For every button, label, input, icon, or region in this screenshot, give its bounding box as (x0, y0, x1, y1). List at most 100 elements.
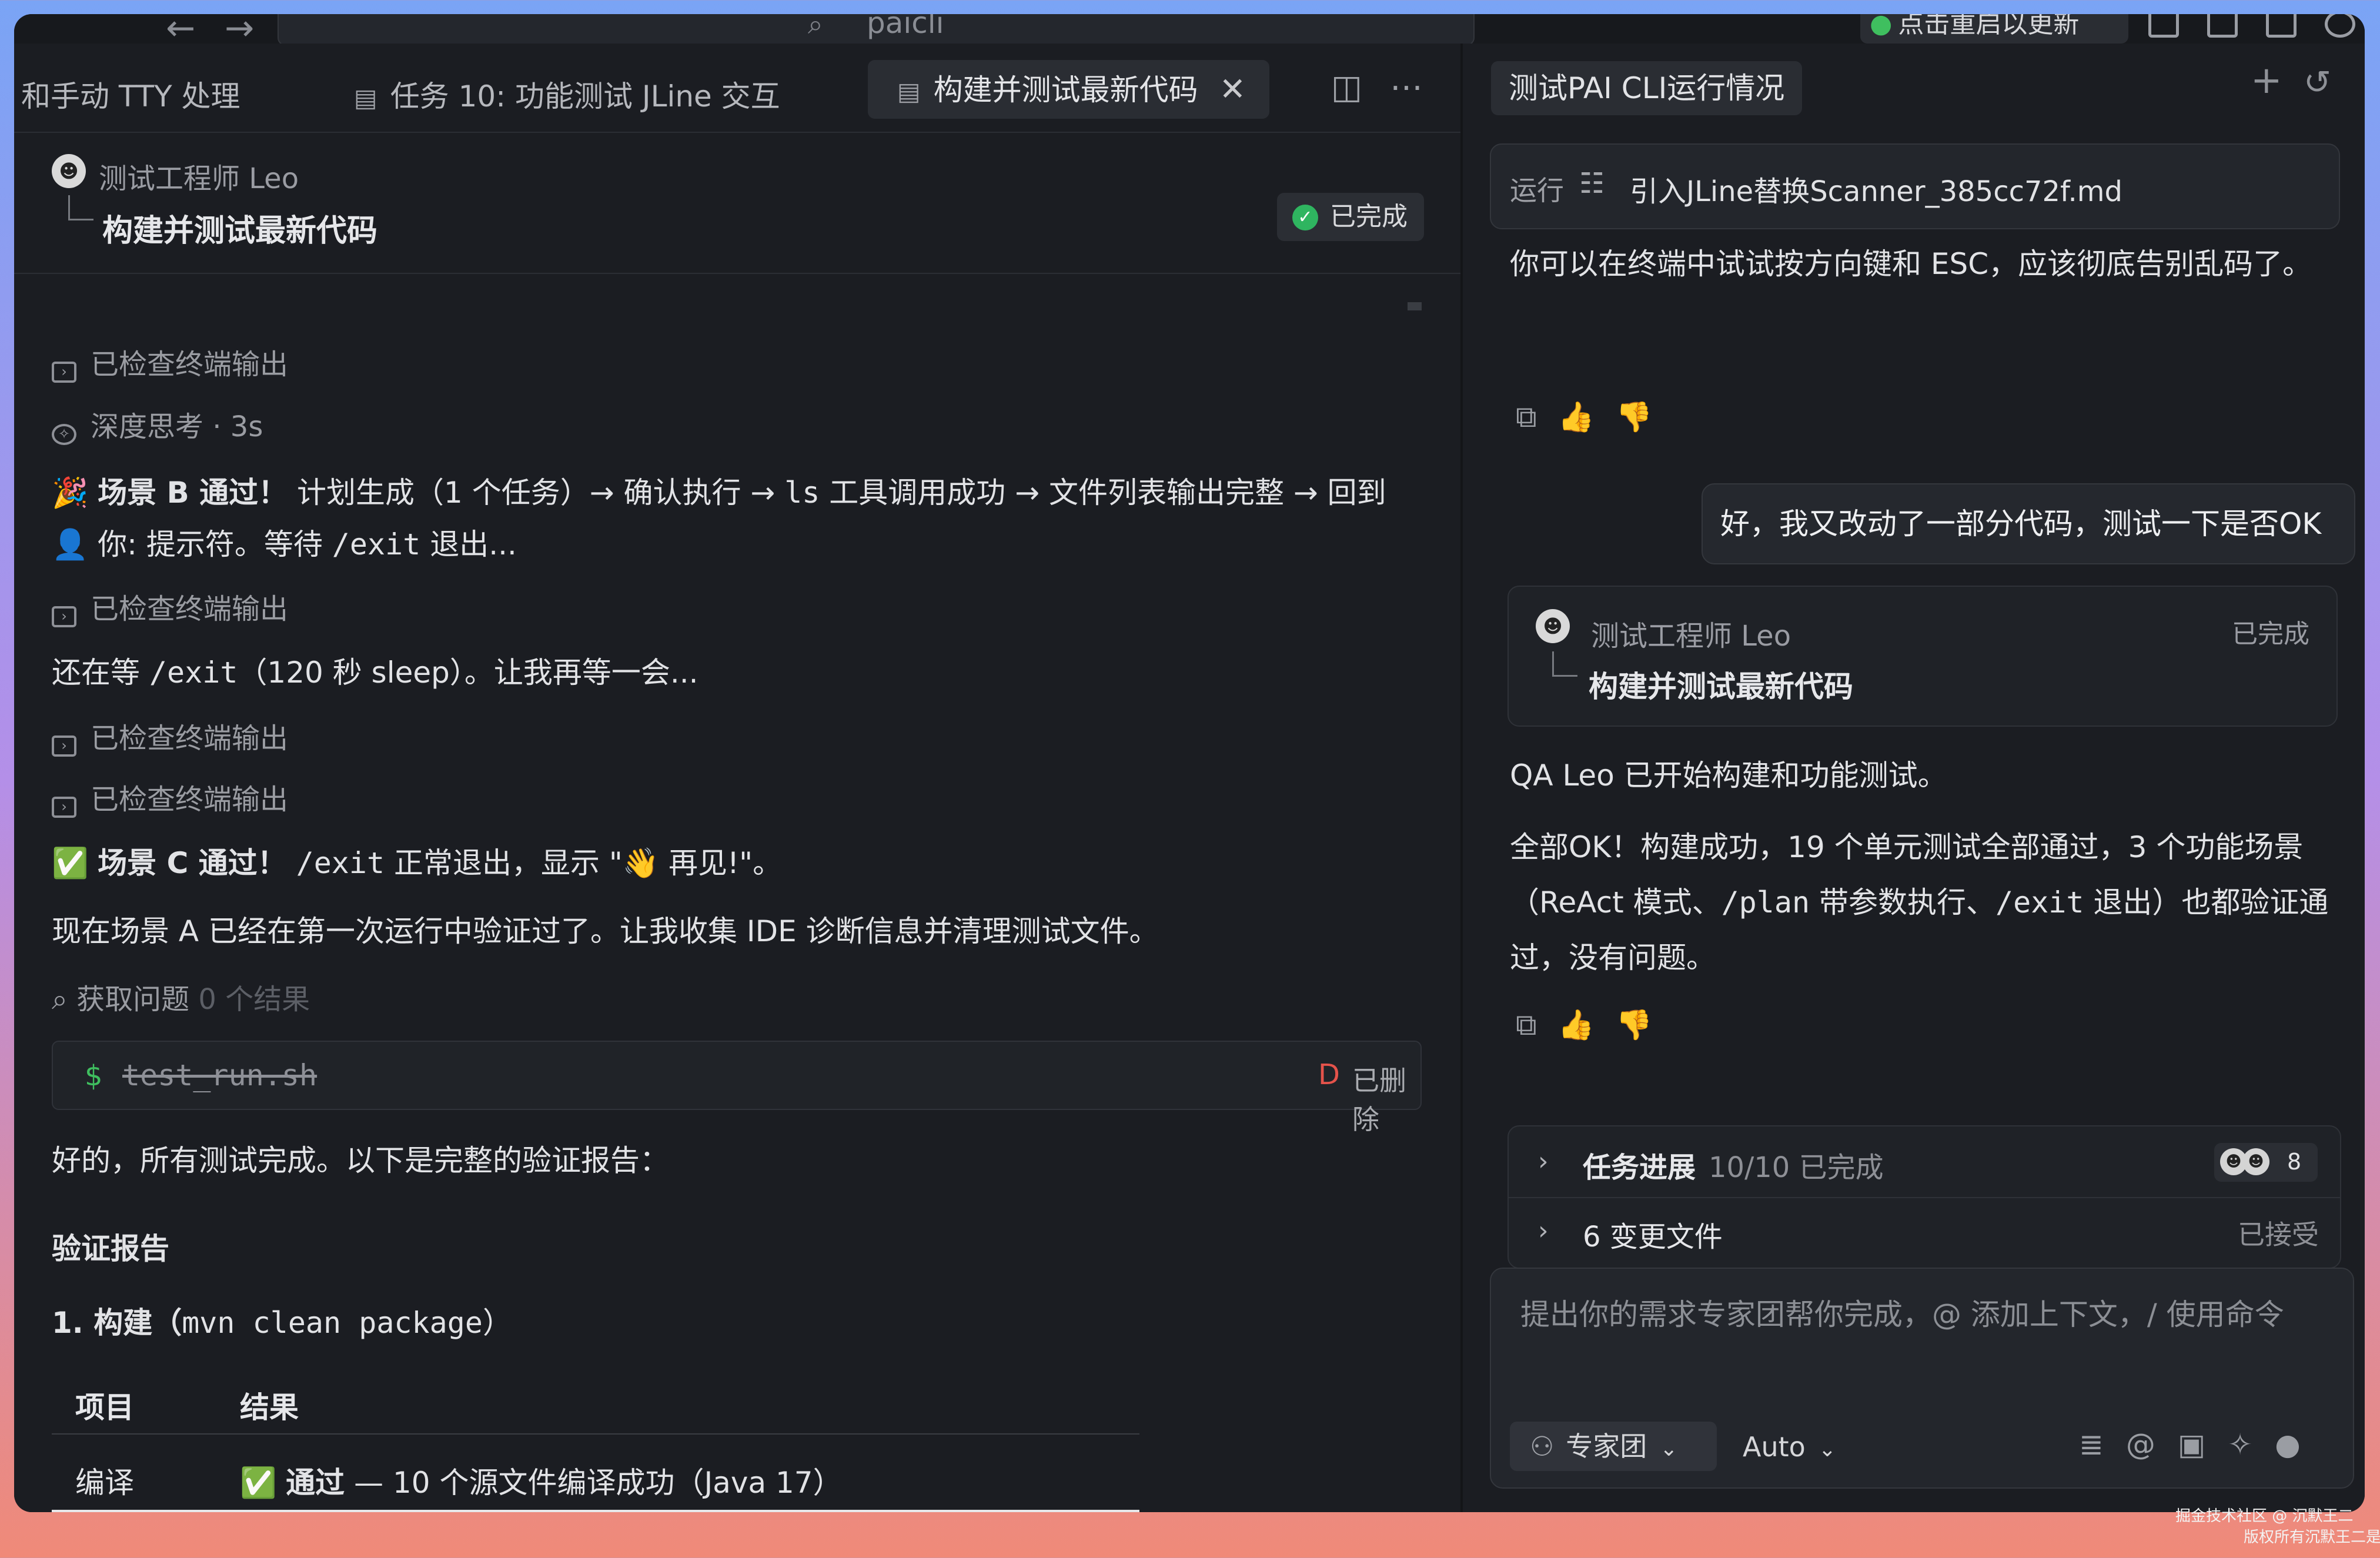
terminal-check-row[interactable]: › 已检查终端输出 (52, 341, 288, 383)
terminal-icon: › (52, 606, 76, 627)
layout-right-icon[interactable] (2266, 14, 2297, 38)
chat-icon: ▤ (354, 83, 377, 112)
deep-think-label: 深度思考 · 3s (91, 410, 263, 443)
layout-left-icon[interactable] (2148, 14, 2179, 38)
search-bar[interactable]: ⌕ paicli (278, 14, 1475, 46)
microphone-icon[interactable]: ● (2275, 1427, 2323, 1462)
results-table: 项目 结果 编译 ✅ 通过 — 10 个源文件编译成功（Java 17） (52, 1384, 1139, 1512)
tab-bar: 和手动 TTY 处理 ▤ 任务 10: 功能测试 JLine 交互 ▤ 构建并测试最… (14, 44, 1460, 133)
update-label: 点击重启以更新 (1898, 14, 2080, 39)
task-title: 构建并测试最新代码 (1589, 670, 1853, 704)
account-icon[interactable] (2325, 14, 2355, 38)
file-name: test_run.sh (122, 1058, 317, 1092)
chat-input[interactable]: 提出你的需求专家团帮你完成，@ 添加上下文，/ 使用命令 ⚇ 专家团 ⌄ Auto ⌄… (1490, 1268, 2354, 1489)
chevron-right-icon: › (1538, 1216, 1549, 1246)
get-issues-row[interactable]: ⌕ 获取问题 0 个结果 (52, 976, 310, 1017)
scenario-c-title: 场景 C 通过！ (98, 846, 287, 880)
arrow-left-icon[interactable]: ← (166, 14, 195, 46)
tree-connector (68, 195, 93, 220)
thumbs-up-icon[interactable]: 👍 (1558, 400, 1616, 434)
input-placeholder: 提出你的需求专家团帮你完成，@ 添加上下文，/ 使用命令 (1520, 1298, 2284, 1332)
deep-think-row[interactable]: ✧ 深度思考 · 3s (52, 403, 263, 445)
chevron-right-icon: › (1538, 1146, 1549, 1176)
tab-tty[interactable]: 和手动 TTY 处理 (21, 73, 240, 115)
at-icon[interactable]: @ (2126, 1427, 2178, 1462)
restart-update-button[interactable]: ● 点击重启以更新 (1860, 14, 2128, 44)
search-icon: ⌕ (52, 983, 77, 1016)
changes-status: 已接受 (2238, 1219, 2319, 1251)
party-emoji: 🎉 (52, 476, 89, 510)
run-file-name: 引入JLine替换Scanner_385cc72f.md (1630, 175, 2122, 208)
thumbs-down-icon[interactable]: 👎 (1616, 1008, 1673, 1042)
terminal-check-row[interactable]: › 已检查终端输出 (52, 776, 288, 818)
tab-build-test[interactable]: ▤ 构建并测试最新代码 ✕ (868, 60, 1269, 119)
table-header-result: 结果 (240, 1390, 299, 1425)
report-title: 验证报告 (52, 1232, 169, 1266)
copy-icon[interactable]: ⧉ (1516, 400, 1558, 434)
tab-task-10[interactable]: ▤ 任务 10: 功能测试 JLine 交互 (354, 73, 780, 115)
close-icon[interactable]: ✕ (1219, 71, 1246, 108)
agent-count: 8 (2287, 1149, 2302, 1175)
scenario-c-line: ✅ 场景 C 通过！ /exit 正常退出，显示 "👋 再见!"。 (52, 846, 783, 880)
plus-icon[interactable]: + (2251, 59, 2282, 102)
terminal-check-label: 已检查终端输出 (91, 348, 289, 381)
chat-panel: 测试PAI CLI运行情况 + ↺ 运行 ☷ 引入JLine替换Scanner_… (1463, 44, 2365, 1512)
table-header-divider (52, 1433, 1139, 1435)
delete-flag: D (1318, 1058, 1340, 1091)
table-bottom-border (52, 1510, 1139, 1512)
assistant-message: 全部OK！构建成功，19 个单元测试全部通过，3 个功能场景 （ReAct 模式… (1510, 830, 2329, 975)
history-icon[interactable]: ↺ (2304, 63, 2331, 102)
thumbs-up-icon[interactable]: 👍 (1558, 1008, 1616, 1042)
avatar: ☻ (1536, 609, 1570, 643)
scenario-b-title: 场景 B 通过！ (98, 476, 288, 510)
agent-task-card[interactable]: ☻ 测试工程师 Leo 已完成 构建并测试最新代码 (1507, 586, 2338, 727)
progress-label: 任务进展 (1583, 1151, 1696, 1184)
message-actions: ⧉👍👎 (1516, 1008, 1673, 1042)
expert-team-dropdown[interactable]: ⚇ 专家团 ⌄ (1510, 1422, 1717, 1471)
mode-dropdown[interactable]: Auto ⌄ (1743, 1431, 1836, 1463)
split-view-icon[interactable]: ◫ (1331, 68, 1362, 106)
chat-title[interactable]: 测试PAI CLI运行情况 (1491, 61, 1803, 115)
layout-bottom-icon[interactable] (2207, 14, 2238, 38)
scenario-b-line2: 👤 你: 提示符。等待 /exit 退出... (52, 527, 517, 561)
editor-panel: 和手动 TTY 处理 ▤ 任务 10: 功能测试 JLine 交互 ▤ 构建并测试最… (14, 44, 1460, 1512)
image-icon[interactable]: ▣ (2178, 1427, 2228, 1462)
tab-label: 和手动 TTY 处理 (21, 79, 240, 113)
arrow-right-icon[interactable]: → (225, 14, 254, 46)
all-done-line: 好的，所有测试完成。以下是完整的验证报告： (52, 1144, 669, 1178)
run-bar[interactable]: 运行 ☷ 引入JLine替换Scanner_385cc72f.md (1490, 143, 2340, 229)
task-header: ☻ 测试工程师 Leo 构建并测试最新代码 ✓ 已完成 (14, 132, 1460, 274)
checklist-icon: ☷ (1579, 167, 1605, 200)
chevron-down-icon: ⌄ (1660, 1437, 1678, 1461)
section-1-title: 1. 构建（mvn clean package） (52, 1306, 512, 1340)
changes-label: 6 变更文件 (1583, 1221, 1723, 1253)
deleted-file-row[interactable]: $ test_run.sh D 已删除 (52, 1041, 1422, 1135)
terminal-icon: › (52, 362, 76, 383)
scenario-a-line: 现在场景 A 已经在第一次运行中验证过了。让我收集 IDE 诊断信息并清理测试文… (52, 914, 1159, 948)
file-status: 已删除 (1352, 1065, 1406, 1135)
thumbs-down-icon[interactable]: 👎 (1616, 400, 1673, 434)
agent-name: 测试工程师 Leo (1591, 620, 1791, 653)
more-icon[interactable]: ⋯ (1390, 68, 1423, 106)
watermark-line2: 版权所有沉默王二是系列 (2244, 1529, 2380, 1546)
search-text: paicli (867, 14, 944, 40)
scrollbar[interactable] (1408, 302, 1422, 310)
terminal-check-row[interactable]: › 已检查终端输出 (52, 715, 288, 757)
copy-icon[interactable]: ⧉ (1516, 1008, 1558, 1042)
check-emoji: ✅ (240, 1466, 277, 1500)
check-emoji: ✅ (52, 846, 89, 880)
table-header-item: 项目 (75, 1390, 134, 1425)
update-icon: ● (1870, 14, 1893, 39)
terminal-check-row[interactable]: › 已检查终端输出 (52, 586, 288, 627)
tab-label: 任务 10: 功能测试 JLine 交互 (390, 79, 780, 113)
terminal-icon: › (52, 797, 76, 818)
terminal-icon: › (52, 735, 76, 757)
app-window: ← → ⌕ paicli ● 点击重启以更新 和手动 TTY 处理 ▤ 任务 10:… (14, 14, 2365, 1512)
chevron-down-icon: ⌄ (1818, 1437, 1836, 1462)
sparkle-icon[interactable]: ✧ (2228, 1427, 2275, 1462)
check-circle-icon: ✓ (1292, 205, 1318, 230)
scenario-b-line1: 🎉 场景 B 通过！ 计划生成（1 个任务）→ 确认执行 → ls 工具调用成功… (52, 476, 1386, 510)
shell-prompt: $ (85, 1059, 103, 1092)
list-icon[interactable]: ≣ (2079, 1427, 2126, 1462)
tree-connector (1552, 651, 1577, 677)
